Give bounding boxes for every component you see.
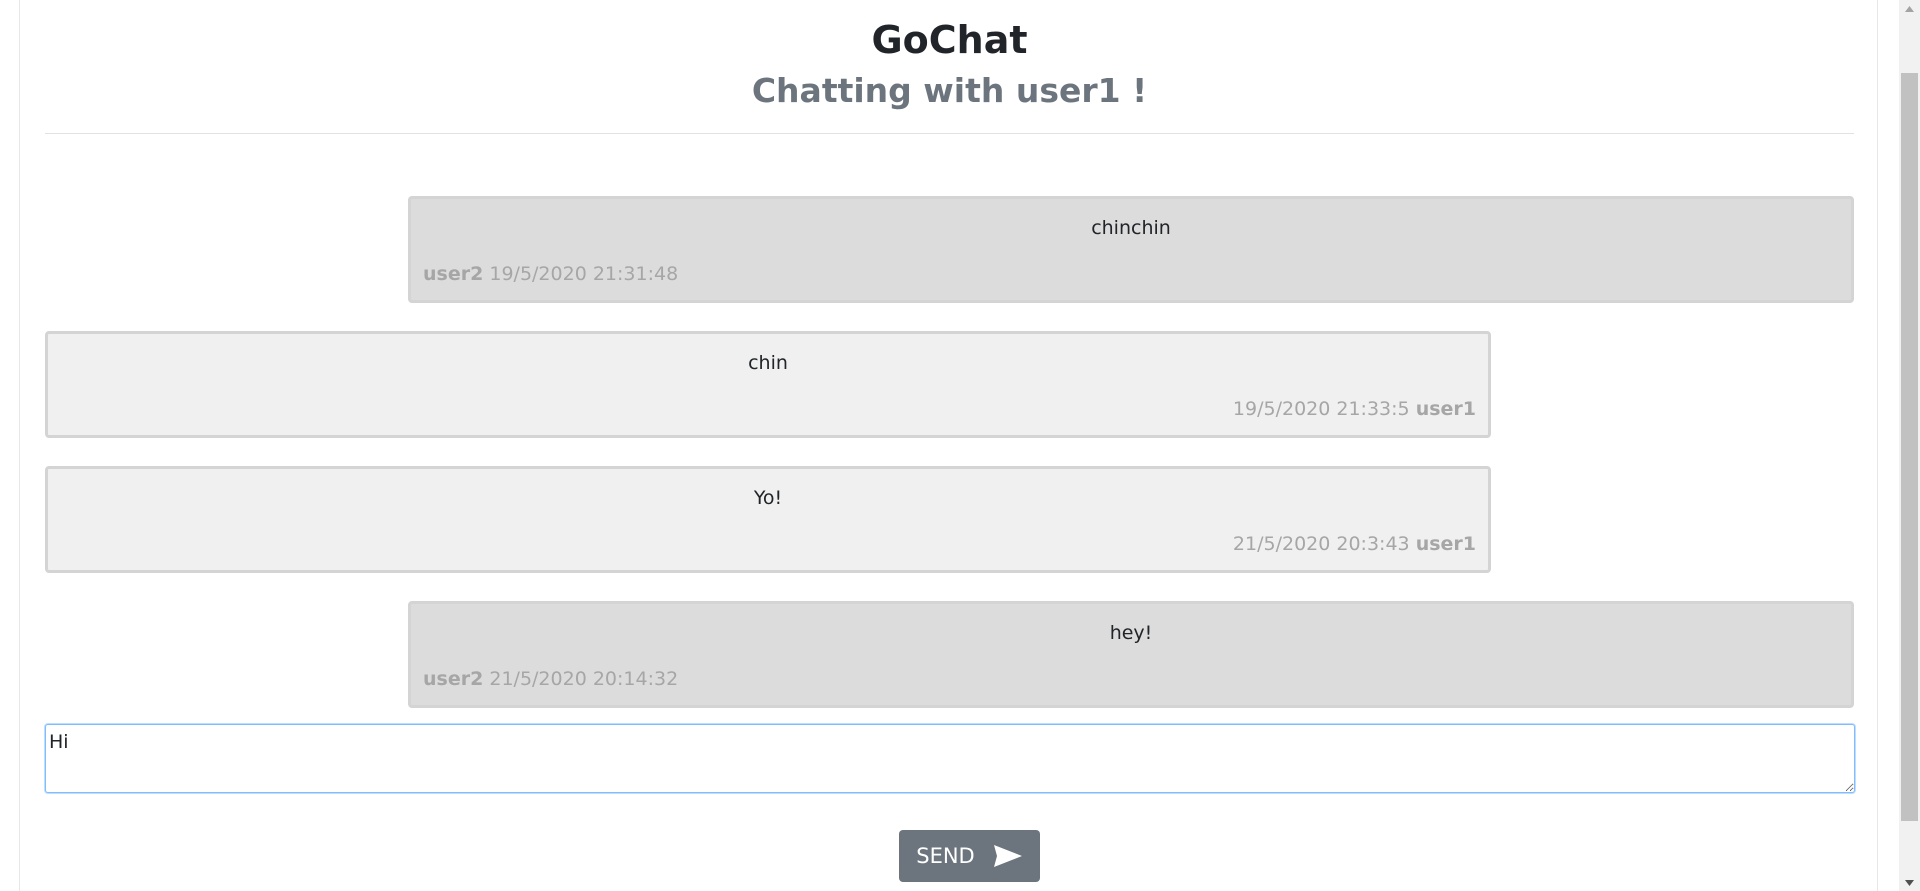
message-text: Yo!: [753, 487, 783, 509]
message-bubble-sent: hey! user2 21/5/2020 20:14:32: [408, 601, 1854, 708]
send-button-label: SEND: [916, 844, 975, 868]
app-title: GoChat: [871, 18, 1028, 62]
message-timestamp: 21/5/2020 20:3:43: [1232, 533, 1410, 555]
message-meta: user2 19/5/2020 21:31:48: [423, 262, 678, 286]
message-meta: user2 21/5/2020 20:14:32: [423, 667, 678, 691]
chat-container: GoChat Chatting with user1 ! chinchin us…: [19, 0, 1878, 891]
message-author: user2: [423, 263, 484, 285]
send-button[interactable]: SEND: [899, 830, 1040, 882]
message-timestamp: 19/5/2020 21:33:5: [1232, 398, 1410, 420]
scroll-up-arrow-icon[interactable]: [1899, 0, 1920, 17]
message-bubble-received: chin 19/5/2020 21:33:5 user1: [45, 331, 1491, 438]
message-timestamp: 21/5/2020 20:14:32: [489, 668, 679, 690]
message-bubble-received: Yo! 21/5/2020 20:3:43 user1: [45, 466, 1491, 573]
message-meta: 21/5/2020 20:3:43 user1: [1233, 532, 1476, 556]
message-timestamp: 19/5/2020 21:31:48: [489, 263, 679, 285]
message-author: user1: [1415, 398, 1476, 420]
chat-page: GoChat Chatting with user1 ! chinchin us…: [0, 0, 1920, 891]
message-author: user1: [1415, 533, 1476, 555]
message-text: hey!: [1109, 622, 1153, 644]
message-text: chinchin: [1091, 217, 1171, 239]
chat-subtitle: Chatting with user1 !: [751, 71, 1148, 110]
message-text: chin: [748, 352, 788, 374]
page-scrollbar[interactable]: [1899, 0, 1920, 891]
message-input[interactable]: [45, 724, 1855, 793]
send-icon: [993, 844, 1023, 868]
message-bubble-sent: chinchin user2 19/5/2020 21:31:48: [408, 196, 1854, 303]
scrollbar-thumb[interactable]: [1901, 73, 1918, 821]
message-author: user2: [423, 668, 484, 690]
message-meta: 19/5/2020 21:33:5 user1: [1233, 397, 1476, 421]
scroll-down-arrow-icon[interactable]: [1899, 874, 1920, 891]
chat-header: GoChat Chatting with user1 !: [45, 0, 1854, 134]
